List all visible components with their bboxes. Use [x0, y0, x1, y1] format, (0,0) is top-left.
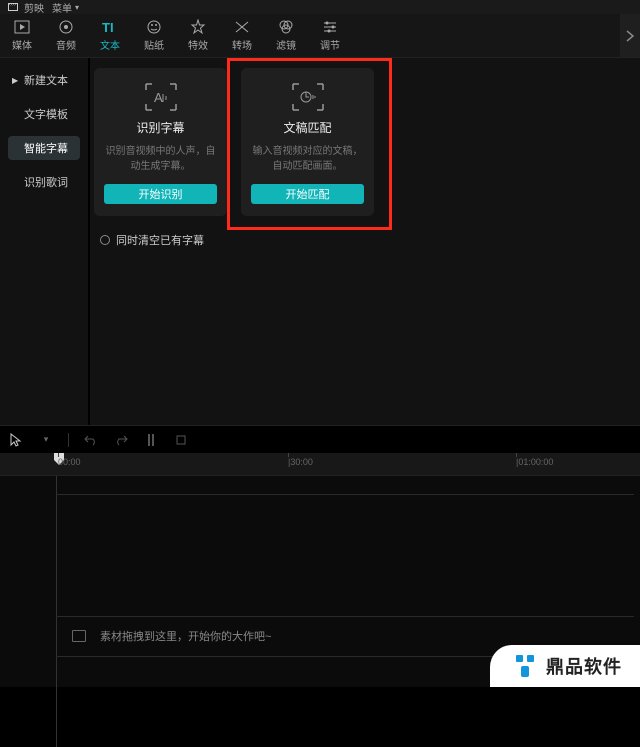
watermark-text: 鼎品软件 — [546, 653, 622, 679]
sidebar-item-lyrics[interactable]: 识别歌词 — [8, 170, 80, 194]
recognize-button[interactable]: 开始识别 — [104, 184, 217, 204]
effect-icon — [190, 19, 206, 35]
match-button[interactable]: 开始匹配 — [251, 184, 364, 204]
main-area: ▶ 新建文本 文字模板 智能字幕 识别歌词 A 识别字幕 识别音视频中的人声，自… — [0, 58, 640, 425]
clear-existing-label: 同时清空已有字幕 — [116, 232, 204, 248]
title-bar: 剪映 菜单 ▾ — [0, 0, 640, 14]
expand-icon: ▶ — [12, 76, 20, 85]
chevron-down-icon[interactable]: ▾ — [38, 432, 54, 448]
tab-audio[interactable]: 音频 — [44, 14, 88, 57]
match-icon — [291, 80, 325, 113]
content-panel: A 识别字幕 识别音视频中的人声，自动生成字幕。 开始识别 文稿匹配 输入音视频… — [88, 58, 640, 425]
checkbox-icon[interactable] — [100, 235, 110, 245]
ruler-mark: |01:00:00 — [516, 457, 553, 467]
watermark-logo-icon — [512, 653, 538, 679]
empty-track-hint: 素材拖拽到这里，开始你的大作吧~ — [72, 628, 271, 644]
tab-filter[interactable]: 滤镜 — [264, 14, 308, 57]
top-tabs: 媒体 音频 TI 文本 贴纸 特效 转场 滤镜 调节 — [0, 14, 640, 58]
svg-text:TI: TI — [102, 20, 114, 34]
tab-sticker[interactable]: 贴纸 — [132, 14, 176, 57]
tab-effect[interactable]: 特效 — [176, 14, 220, 57]
tab-transition[interactable]: 转场 — [220, 14, 264, 57]
transition-icon — [234, 19, 250, 35]
app-logo-icon — [6, 1, 20, 13]
ruler-mark: |30:00 — [288, 457, 313, 467]
text-icon: TI — [102, 19, 118, 35]
cursor-tool[interactable] — [8, 432, 24, 448]
card-title: 文稿匹配 — [283, 119, 331, 136]
menu-dropdown[interactable]: 菜单 ▾ — [52, 0, 79, 15]
app-name: 剪映 — [24, 0, 44, 15]
placeholder-text: 素材拖拽到这里，开始你的大作吧~ — [100, 628, 271, 644]
sticker-icon — [146, 19, 162, 35]
delete-button[interactable] — [173, 432, 189, 448]
sidebar-item-new-text[interactable]: ▶ 新建文本 — [8, 68, 80, 92]
adjust-icon — [322, 19, 338, 35]
timeline-toolbar: ▾ — [0, 425, 640, 453]
undo-button[interactable] — [83, 432, 99, 448]
card-title: 识别字幕 — [136, 119, 184, 136]
svg-text:A: A — [154, 90, 163, 105]
panel-toggle[interactable] — [620, 14, 640, 57]
filter-icon — [278, 19, 294, 35]
recognize-icon: A — [144, 80, 178, 113]
tab-adjust[interactable]: 调节 — [308, 14, 352, 57]
card-recognize-subtitle: A 识别字幕 识别音视频中的人声，自动生成字幕。 开始识别 — [94, 68, 227, 216]
card-desc: 输入音视频对应的文稿，自动匹配画面。 — [251, 144, 364, 174]
watermark: 鼎品软件 — [490, 645, 640, 687]
tab-media[interactable]: 媒体 — [0, 14, 44, 57]
ruler-mark: 00:00 — [58, 457, 81, 467]
media-icon — [14, 19, 30, 35]
tab-text[interactable]: TI 文本 — [88, 14, 132, 57]
card-match-transcript: 文稿匹配 输入音视频对应的文稿，自动匹配画面。 开始匹配 — [241, 68, 374, 216]
clear-existing-row[interactable]: 同时清空已有字幕 — [100, 232, 636, 248]
redo-button[interactable] — [113, 432, 129, 448]
audio-icon — [58, 19, 74, 35]
clip-icon — [72, 630, 86, 642]
menu-label: 菜单 — [52, 0, 72, 15]
card-desc: 识别音视频中的人声，自动生成字幕。 — [104, 144, 217, 174]
chevron-down-icon: ▾ — [75, 3, 79, 12]
text-sidebar: ▶ 新建文本 文字模板 智能字幕 识别歌词 — [0, 58, 88, 425]
sidebar-item-smart-subtitle[interactable]: 智能字幕 — [8, 136, 80, 160]
split-button[interactable] — [143, 432, 159, 448]
sidebar-item-templates[interactable]: 文字模板 — [8, 102, 80, 126]
playhead-line — [56, 476, 57, 747]
timeline-ruler[interactable]: 00:00 |30:00 |01:00:00 — [0, 453, 640, 475]
